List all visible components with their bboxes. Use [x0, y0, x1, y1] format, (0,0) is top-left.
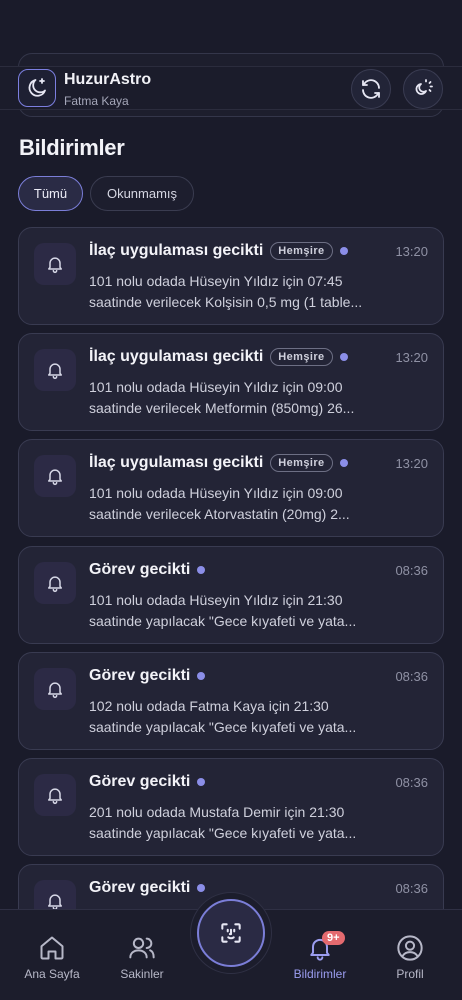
scan-button[interactable] — [190, 892, 272, 974]
profile-icon — [397, 935, 423, 961]
nav-home-label: Ana Sayfa — [24, 967, 80, 981]
notification-title: İlaç uygulaması gecikti — [89, 348, 264, 365]
scan-button-inner — [197, 899, 265, 967]
notification-time: 13:20 — [395, 244, 428, 259]
face-scan-icon — [221, 923, 241, 943]
app-header: HuzurAstro Fatma Kaya — [0, 66, 462, 110]
notification-time: 08:36 — [395, 669, 428, 684]
notification-title: İlaç uygulaması gecikti — [89, 242, 264, 259]
notification-icon-box — [34, 455, 76, 497]
notification-card[interactable]: Görev gecikti 08:36 102 nolu odada Fatma… — [18, 652, 444, 750]
unread-dot — [197, 566, 206, 574]
notification-icon-box — [34, 668, 76, 710]
user-name: Fatma Kaya — [64, 94, 129, 108]
notification-body-line: saatinde verilecek Metformin (850mg) 26.… — [89, 400, 355, 416]
notification-body-line: 101 nolu odada Hüseyin Yıldız için 09:00 — [89, 379, 343, 395]
refresh-icon — [362, 79, 380, 99]
notification-body-line: saatinde yapılacak "Gece kıyafeti ve yat… — [89, 613, 357, 629]
notification-icon-box — [34, 774, 76, 816]
notification-body-line: saatinde yapılacak "Gece kıyafeti ve yat… — [89, 825, 357, 841]
notification-body: 101 nolu odada Hüseyin Yıldız için 09:00… — [89, 483, 389, 525]
nav-profile-label: Profil — [396, 967, 424, 981]
notification-title-row: Görev gecikti — [89, 561, 206, 579]
app-logo — [18, 69, 56, 107]
filter-unread-chip[interactable]: Okunmamış — [90, 176, 194, 211]
sun-moon-icon — [415, 79, 433, 95]
page-title: Bildirimler — [19, 135, 125, 160]
unread-dot — [197, 778, 206, 786]
notification-title: İlaç uygulaması gecikti — [89, 454, 264, 471]
nav-notifications[interactable]: 9+ Bildirimler — [280, 931, 360, 981]
notification-body: 101 nolu odada Hüseyin Yıldız için 07:45… — [89, 271, 389, 313]
notification-icon-box — [34, 562, 76, 604]
refresh-button[interactable] — [351, 69, 391, 109]
filter-all-chip[interactable]: Tümü — [18, 176, 83, 211]
notification-title: Görev gecikti — [89, 667, 191, 684]
notification-title: Görev gecikti — [89, 561, 191, 578]
bell-icon — [48, 682, 62, 699]
notification-body-line: 201 nolu odada Mustafa Demir için 21:30 — [89, 804, 345, 820]
notification-body: 101 nolu odada Hüseyin Yıldız için 21:30… — [89, 590, 389, 632]
nav-residents[interactable]: Sakinler — [102, 934, 182, 981]
notification-body-line: 102 nolu odada Fatma Kaya için 21:30 — [89, 698, 329, 714]
unread-dot — [339, 459, 348, 467]
notification-title-row: İlaç uygulaması gecikti Hemşire — [89, 242, 348, 260]
notification-card[interactable]: İlaç uygulaması gecikti Hemşire 13:20 10… — [18, 439, 444, 537]
nav-residents-label: Sakinler — [120, 967, 164, 981]
bell-icon — [48, 576, 62, 593]
theme-toggle-button[interactable] — [403, 69, 443, 109]
notification-time: 13:20 — [395, 456, 428, 471]
notification-body-line: saatinde verilecek Atorvastatin (20mg) 2… — [89, 506, 350, 522]
notification-count-badge: 9+ — [322, 931, 345, 945]
unread-dot — [197, 672, 206, 680]
unread-dot — [339, 353, 348, 361]
nav-home[interactable]: Ana Sayfa — [12, 934, 92, 981]
notification-title-row: İlaç uygulaması gecikti Hemşire — [89, 348, 348, 366]
unread-dot — [197, 884, 206, 892]
notification-card[interactable]: Görev gecikti 08:36 201 nolu odada Musta… — [18, 758, 444, 856]
notification-title: Görev gecikti — [89, 879, 191, 896]
notification-card[interactable]: Görev gecikti 08:36 101 nolu odada Hüsey… — [18, 546, 444, 644]
notification-time: 08:36 — [395, 881, 428, 896]
bell-icon — [48, 363, 62, 380]
role-tag: Hemşire — [270, 242, 333, 260]
notification-card[interactable]: İlaç uygulaması gecikti Hemşire 13:20 10… — [18, 333, 444, 431]
nav-profile[interactable]: Profil — [370, 934, 450, 981]
bell-icon — [48, 788, 62, 805]
notification-body-line: saatinde yapılacak "Gece kıyafeti ve yat… — [89, 719, 357, 735]
bell-icon — [48, 257, 62, 274]
role-tag: Hemşire — [270, 454, 333, 472]
notification-body-line: 101 nolu odada Hüseyin Yıldız için 09:00 — [89, 485, 343, 501]
bell-icon — [48, 894, 62, 911]
notification-time: 08:36 — [395, 563, 428, 578]
notification-body-line: saatinde verilecek Kolşisin 0,5 mg (1 ta… — [89, 294, 363, 310]
notification-time: 08:36 — [395, 775, 428, 790]
home-icon — [40, 936, 64, 960]
role-tag: Hemşire — [270, 348, 333, 366]
users-icon — [129, 937, 155, 959]
unread-dot — [339, 247, 348, 255]
notification-body: 201 nolu odada Mustafa Demir için 21:30 … — [89, 802, 389, 844]
notification-icon-box — [34, 243, 76, 285]
notification-card[interactable]: İlaç uygulaması gecikti Hemşire 13:20 10… — [18, 227, 444, 325]
notification-body: 102 nolu odada Fatma Kaya için 21:30 saa… — [89, 696, 389, 738]
notification-title: Görev gecikti — [89, 773, 191, 790]
bell-icon — [48, 469, 62, 486]
notification-title-row: Görev gecikti — [89, 879, 206, 897]
notification-body-line: 101 nolu odada Hüseyin Yıldız için 21:30 — [89, 592, 343, 608]
notification-title-row: İlaç uygulaması gecikti Hemşire — [89, 454, 348, 472]
notification-body-line: 101 nolu odada Hüseyin Yıldız için 07:45 — [89, 273, 343, 289]
notification-title-row: Görev gecikti — [89, 773, 206, 791]
notification-icon-box — [34, 349, 76, 391]
nav-notifications-label: Bildirimler — [293, 967, 347, 981]
app-name: HuzurAstro — [64, 71, 152, 88]
notification-body: 101 nolu odada Hüseyin Yıldız için 09:00… — [89, 377, 389, 419]
notification-title-row: Görev gecikti — [89, 667, 206, 685]
moon-star-icon — [28, 78, 46, 97]
notification-time: 13:20 — [395, 350, 428, 365]
